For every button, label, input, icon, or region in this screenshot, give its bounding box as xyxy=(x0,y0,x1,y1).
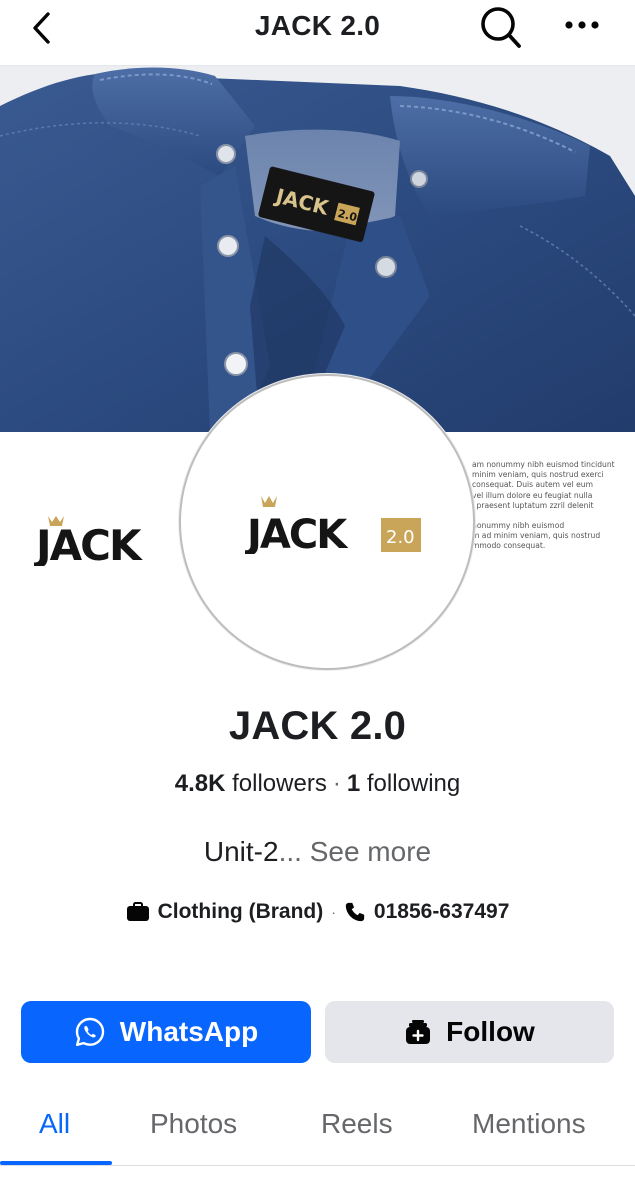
follow-label: Follow xyxy=(446,1016,535,1047)
more-options-button[interactable] xyxy=(560,10,604,40)
content-tabs: All Photos Reels Mentions xyxy=(0,1088,635,1166)
cover-side-logo: JACK xyxy=(33,510,184,570)
cover-text-line: nonummy nibh euismod xyxy=(472,521,565,531)
following-label: following xyxy=(366,770,461,797)
top-bar: JACK 2.0 xyxy=(0,0,635,66)
follow-button[interactable]: Follow xyxy=(325,1001,614,1063)
tab-reels[interactable]: Reels xyxy=(321,1108,393,1140)
cover-text-line: am nonummy nibh euismod tincidunt xyxy=(472,460,615,469)
phone-number[interactable]: 01856-637497 xyxy=(374,900,509,924)
profile-picture[interactable]: JACK 2.0 xyxy=(179,374,475,670)
detail-separator: · xyxy=(331,904,336,920)
stats-separator: · xyxy=(332,770,341,797)
search-button[interactable] xyxy=(474,2,528,52)
whatsapp-label: WhatsApp xyxy=(119,1016,259,1047)
page-name: JACK 2.0 xyxy=(228,704,407,748)
tab-mentions[interactable]: Mentions xyxy=(472,1108,586,1140)
cover-text-line: consequat. Duis autem vel eum xyxy=(472,480,593,490)
cover-text-line: vel illum dolore eu feugiat nulla xyxy=(472,490,593,500)
cover-text-line: minim veniam, quis nostrud exerci xyxy=(472,470,604,480)
category-label[interactable]: Clothing (Brand) xyxy=(158,900,324,924)
page-details: Clothing (Brand) · 01856-637497 xyxy=(0,900,635,924)
follow-stats: 4.8K followers · 1 following xyxy=(0,770,635,798)
whatsapp-icon xyxy=(75,1017,104,1046)
bio: Unit-2... See more xyxy=(0,836,635,868)
active-tab-indicator xyxy=(0,1161,112,1165)
avatar-logo-text: JACK xyxy=(245,512,349,554)
tab-photos[interactable]: Photos xyxy=(150,1108,237,1140)
cover-text-line: mmodo consequat. xyxy=(472,541,546,551)
page-title: JACK 2.0 xyxy=(254,10,381,41)
followers-count: 4.8K xyxy=(174,770,226,797)
bio-text: Unit-2 xyxy=(203,836,279,867)
tab-all[interactable]: All xyxy=(39,1108,70,1140)
followers-link[interactable]: 4.8K followers xyxy=(175,770,327,797)
phone-icon xyxy=(345,902,365,922)
following-link[interactable]: 1 following xyxy=(347,770,460,797)
jack-logo: JACK 2.0 xyxy=(245,496,421,554)
search-icon xyxy=(481,7,521,48)
bio-ellipsis: ... xyxy=(278,836,302,867)
follow-page-icon xyxy=(406,1020,431,1044)
category-icon xyxy=(126,902,149,921)
following-count: 1 xyxy=(346,770,361,797)
avatar-logo-badge: 2.0 xyxy=(386,527,415,548)
whatsapp-button[interactable]: WhatsApp xyxy=(21,1001,311,1063)
more-horizontal-icon xyxy=(565,21,599,29)
followers-label: followers xyxy=(232,770,327,797)
see-more-link[interactable]: See more xyxy=(310,836,431,867)
cover-text-line: m ad minim veniam, quis nostrud xyxy=(472,531,601,541)
side-logo-text: JACK xyxy=(34,521,143,566)
cover-text-line: i praesent luptatum zzril delenit xyxy=(472,500,594,510)
cover-lorem-text: am nonummy nibh euismod tincidunt minim … xyxy=(472,460,622,552)
